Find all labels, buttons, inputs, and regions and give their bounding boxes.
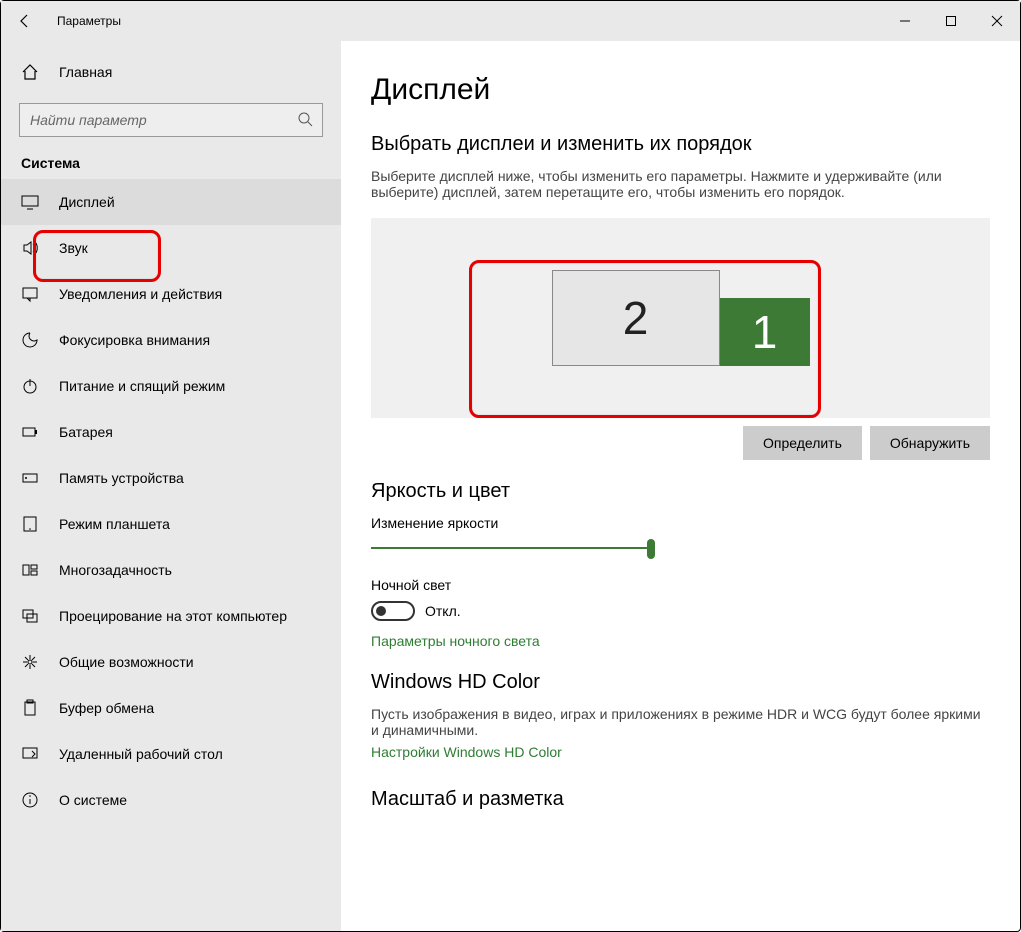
hdcolor-title: Windows HD Color [371, 671, 990, 694]
nav-power[interactable]: Питание и спящий режим [1, 363, 341, 409]
focus-icon [21, 331, 39, 349]
nav-label: Буфер обмена [59, 700, 154, 716]
display-arrangement-area[interactable]: 2 1 [371, 218, 990, 418]
night-light-toggle[interactable] [371, 601, 415, 621]
arrange-title: Выбрать дисплеи и изменить их порядок [371, 133, 990, 156]
home-button[interactable]: Главная [1, 49, 341, 95]
back-button[interactable] [1, 1, 49, 41]
page-title: Дисплей [371, 73, 990, 107]
nav-label: Память устройства [59, 470, 184, 486]
clipboard-icon [21, 699, 39, 717]
close-button[interactable] [974, 1, 1020, 41]
hdcolor-link[interactable]: Настройки Windows HD Color [371, 744, 562, 760]
remote-icon [21, 745, 39, 763]
notifications-icon [21, 285, 39, 303]
nav-label: Дисплей [59, 194, 115, 210]
tablet-icon [21, 515, 39, 533]
night-light-label: Ночной свет [371, 577, 990, 593]
monitor-2[interactable]: 2 [552, 270, 720, 366]
nav-label: Режим планшета [59, 516, 170, 532]
titlebar: Параметры [1, 1, 1020, 41]
nav-label: Уведомления и действия [59, 286, 222, 302]
brightness-slider-label: Изменение яркости [371, 515, 990, 531]
nav-display[interactable]: Дисплей [1, 179, 341, 225]
about-icon [21, 791, 39, 809]
identify-button[interactable]: Определить [743, 426, 862, 460]
nav-label: О системе [59, 792, 127, 808]
nav-label: Батарея [59, 424, 113, 440]
nav-project[interactable]: Проецирование на этот компьютер [1, 593, 341, 639]
nav-label: Удаленный рабочий стол [59, 746, 223, 762]
search-icon [297, 111, 313, 132]
shared-icon [21, 653, 39, 671]
nav-label: Звук [59, 240, 88, 256]
multitask-icon [21, 561, 39, 579]
nav-clipboard[interactable]: Буфер обмена [1, 685, 341, 731]
power-icon [21, 377, 39, 395]
nav-shared[interactable]: Общие возможности [1, 639, 341, 685]
nav-label: Питание и спящий режим [59, 378, 225, 394]
nav-storage[interactable]: Память устройства [1, 455, 341, 501]
nav-about[interactable]: О системе [1, 777, 341, 823]
storage-icon [21, 469, 39, 487]
nav-remote[interactable]: Удаленный рабочий стол [1, 731, 341, 777]
brightness-title: Яркость и цвет [371, 480, 990, 503]
nav-focus[interactable]: Фокусировка внимания [1, 317, 341, 363]
nav-notifications[interactable]: Уведомления и действия [1, 271, 341, 317]
toggle-state: Откл. [425, 603, 461, 619]
window-title: Параметры [57, 14, 121, 28]
nav-multitask[interactable]: Многозадачность [1, 547, 341, 593]
nav-sound[interactable]: Звук [1, 225, 341, 271]
monitor-1[interactable]: 1 [720, 298, 810, 366]
nav-label: Проецирование на этот компьютер [59, 608, 287, 624]
nav-label: Фокусировка внимания [59, 332, 210, 348]
nav-tablet[interactable]: Режим планшета [1, 501, 341, 547]
arrange-desc: Выберите дисплей ниже, чтобы изменить ег… [371, 168, 990, 200]
detect-button[interactable]: Обнаружить [870, 426, 990, 460]
nav-label: Общие возможности [59, 654, 194, 670]
home-icon [21, 63, 39, 81]
content-pane: Дисплей Выбрать дисплеи и изменить их по… [341, 41, 1020, 931]
night-light-settings-link[interactable]: Параметры ночного света [371, 633, 540, 649]
home-label: Главная [59, 64, 112, 80]
nav-label: Многозадачность [59, 562, 172, 578]
nav-battery[interactable]: Батарея [1, 409, 341, 455]
battery-icon [21, 423, 39, 441]
sound-icon [21, 239, 39, 257]
scale-title: Масштаб и разметка [371, 788, 990, 811]
maximize-button[interactable] [928, 1, 974, 41]
search-input[interactable] [19, 103, 323, 137]
minimize-button[interactable] [882, 1, 928, 41]
project-icon [21, 607, 39, 625]
sidebar: Главная Система Дисплей Звук Уведомления… [1, 41, 341, 931]
hdcolor-desc: Пусть изображения в видео, играх и прило… [371, 706, 990, 738]
group-title: Система [1, 155, 341, 171]
brightness-slider[interactable] [371, 537, 651, 561]
display-icon [21, 193, 39, 211]
